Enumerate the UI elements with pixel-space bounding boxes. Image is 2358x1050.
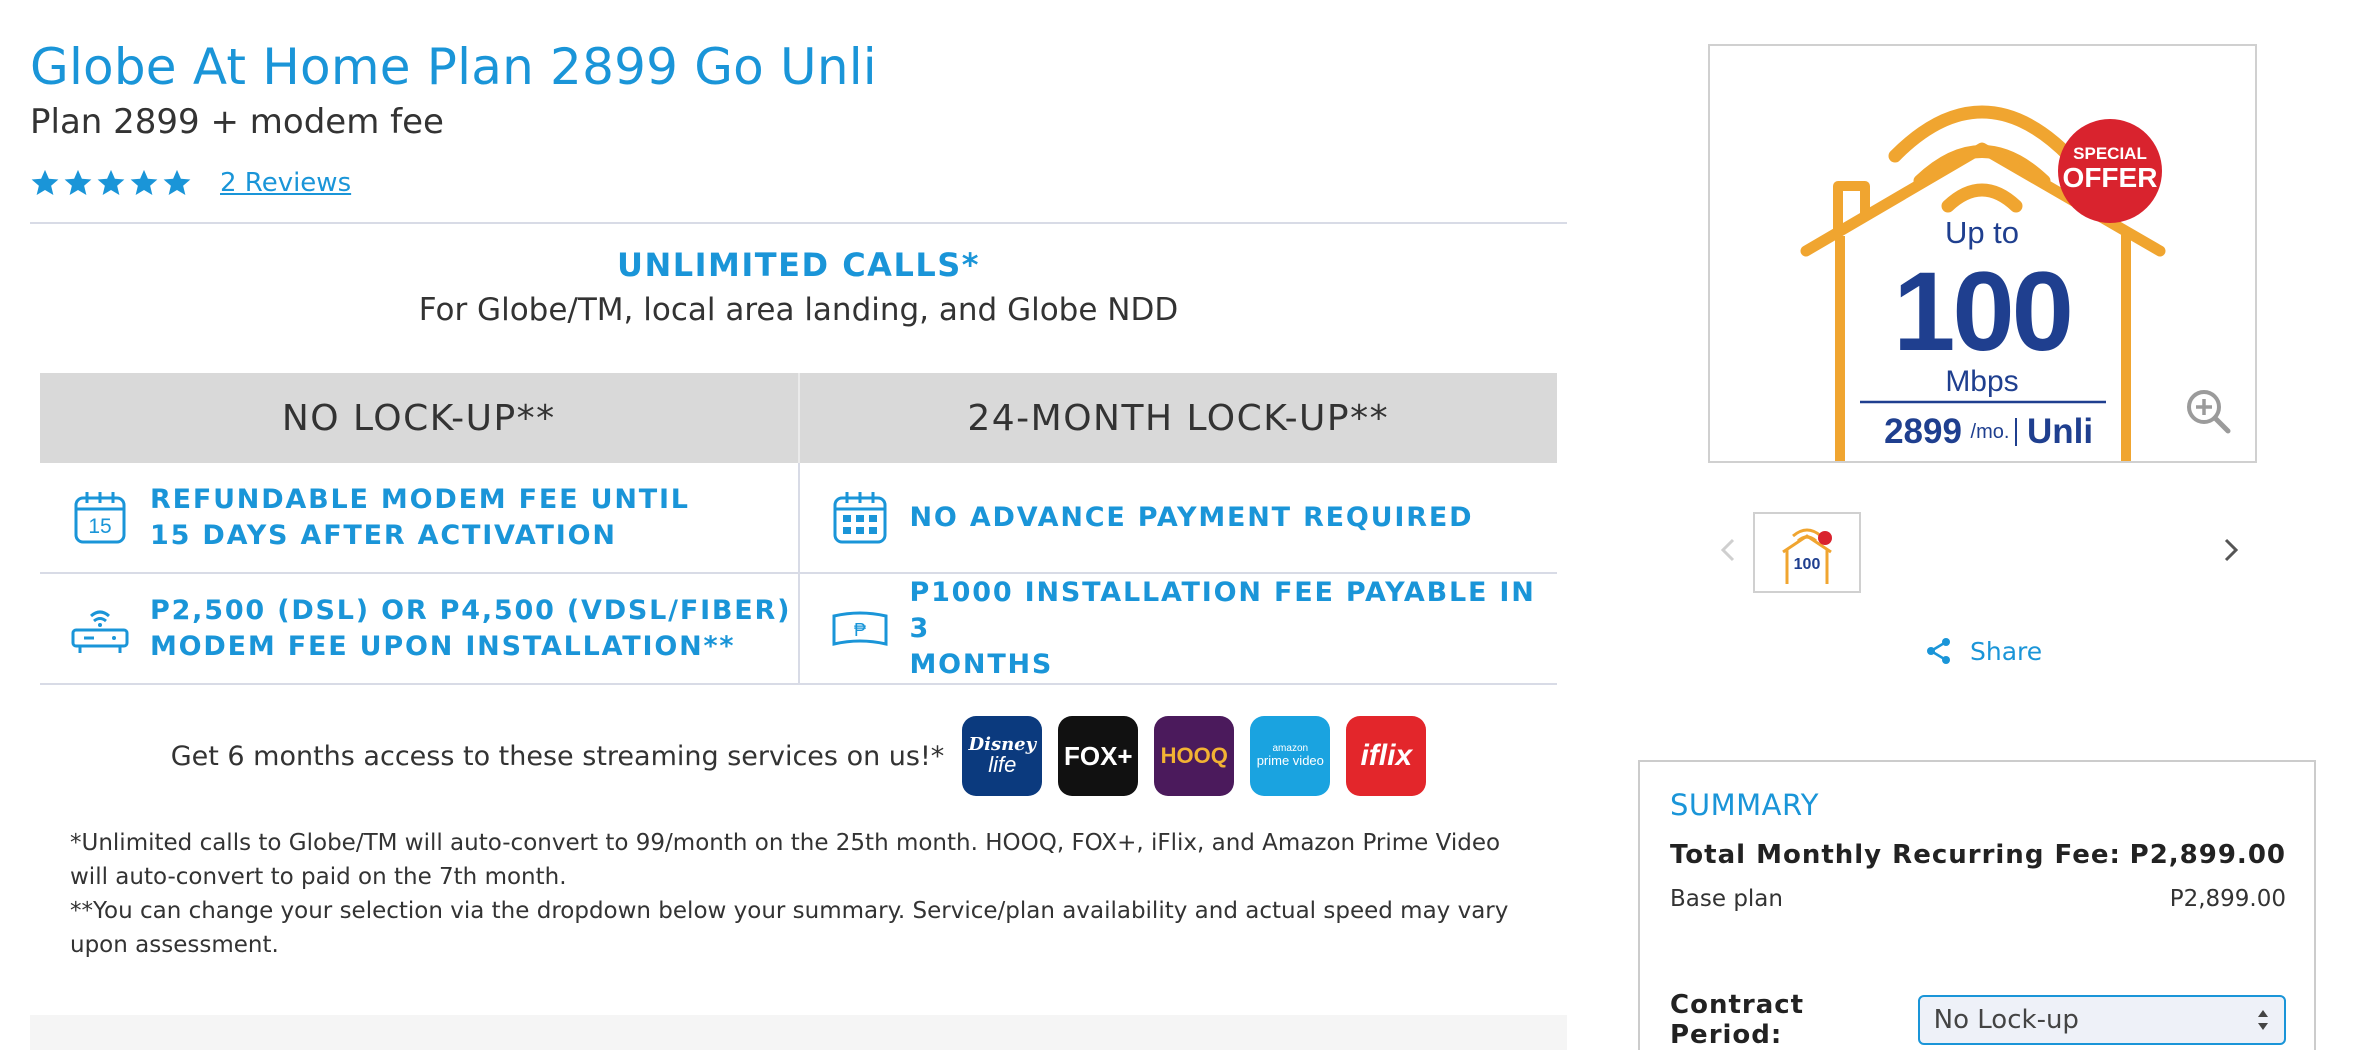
table-cell: NO ADVANCE PAYMENT REQUIRED: [797, 463, 1558, 572]
table-cell: ₱ P1000 INSTALLATION FEE PAYABLE IN 3 MO…: [797, 574, 1558, 683]
contract-period-label: Contract Period:: [1670, 990, 1805, 1050]
iflix-logo-text: iflix: [1360, 739, 1413, 772]
select-updown-icon: [2258, 1010, 2268, 1030]
hero-price-text: 2899: [1884, 412, 1962, 451]
total-fee-value: P2,899.00: [2129, 840, 2286, 870]
share-label: Share: [1970, 636, 2043, 666]
base-plan-row: Base plan P2,899.00: [1670, 886, 2286, 912]
fox-plus-logo: FOX+: [1058, 716, 1139, 796]
star-icon: [31, 169, 59, 195]
section-bottom-bar: [30, 1015, 1567, 1050]
plan-promo-graphic: Up to 100 Mbps 2899 /mo. Unli SPECIAL OF…: [1800, 105, 2166, 461]
thumb-speed-text: 100: [1794, 556, 1821, 573]
rating-row: 2 Reviews: [30, 163, 351, 203]
table-row: 15 REFUNDABLE MODEM FEE UNTIL 15 DAYS AF…: [40, 463, 1557, 574]
disney-life-logo: Disney life: [962, 716, 1043, 796]
hero-plan-text: Unli: [2027, 412, 2093, 451]
badge-line2: OFFER: [2063, 162, 2158, 193]
fine-print: *Unlimited calls to Globe/TM will auto-c…: [70, 826, 1530, 962]
contract-period-row: Contract Period: No Lock-up: [1670, 990, 2286, 1050]
contract-period-selected: No Lock-up: [1933, 1005, 2079, 1035]
unlimited-calls-subtitle: For Globe/TM, local area landing, and Gl…: [418, 292, 1179, 328]
modem-router-icon: [70, 599, 130, 659]
iflix-logo: iflix: [1346, 716, 1427, 796]
star-icon: [97, 169, 125, 195]
hero-up-to-text: Up to: [1945, 215, 2019, 250]
star-icon: [130, 169, 158, 195]
product-image[interactable]: Up to 100 Mbps 2899 /mo. Unli SPECIAL OF…: [1708, 44, 2257, 463]
unlimited-calls-heading: UNLIMITED CALLS*: [616, 246, 980, 284]
fine-print-line: **You can change your selection via the …: [70, 898, 1509, 958]
carousel-next-button[interactable]: [2211, 530, 2251, 570]
divider: [30, 222, 1567, 224]
calendar-grid-icon: [830, 488, 890, 548]
fox-plus-logo-text: FOX+: [1063, 740, 1133, 771]
base-plan-value: P2,899.00: [2169, 886, 2286, 912]
streaming-offer: Get 6 months access to these streaming s…: [30, 716, 1567, 796]
total-fee-row: Total Monthly Recurring Fee: P2,899.00: [1670, 840, 2286, 870]
streaming-apps: Disney life FOX+ HOOQ amazon prime video…: [962, 716, 1427, 796]
star-icon: [163, 169, 191, 195]
hooq-logo: HOOQ: [1154, 716, 1235, 796]
share-icon: [1927, 638, 1950, 664]
header-24-month-lockup: 24-MONTH LOCK-UP**: [797, 373, 1558, 463]
contract-period-select[interactable]: No Lock-up: [1917, 995, 2286, 1045]
star-rating: [30, 168, 192, 198]
cell-text: NO ADVANCE PAYMENT REQUIRED: [909, 501, 1474, 533]
hero-unit-text: Mbps: [1945, 365, 2018, 398]
fine-print-line: *Unlimited calls to Globe/TM will auto-c…: [70, 830, 1501, 890]
table-cell: P2,500 (DSL) OR P4,500 (VDSL/FIBER) MODE…: [40, 574, 798, 683]
table-row: P2,500 (DSL) OR P4,500 (VDSL/FIBER) MODE…: [40, 574, 1557, 685]
star-icon: [64, 169, 92, 195]
hooq-logo-text: HOOQ: [1160, 743, 1228, 768]
share-button[interactable]: Share: [1926, 634, 2042, 668]
table-header: NO LOCK-UP** 24-MONTH LOCK-UP**: [40, 373, 1557, 463]
badge-line1: SPECIAL: [2073, 144, 2147, 163]
summary-panel: SUMMARY Total Monthly Recurring Fee: P2,…: [1638, 760, 2316, 1050]
total-fee-label: Total Monthly Recurring Fee:: [1670, 840, 2121, 870]
cell-text: P2,500 (DSL) OR P4,500 (VDSL/FIBER) MODE…: [150, 594, 792, 662]
svg-text:15: 15: [88, 515, 111, 538]
carousel-prev-button[interactable]: [1708, 530, 1748, 570]
table-cell: 15 REFUNDABLE MODEM FEE UNTIL 15 DAYS AF…: [40, 463, 798, 572]
peso-bill-icon: ₱: [830, 599, 890, 659]
disney-life-logo-subtext: life: [988, 752, 1017, 777]
chevron-right-icon: [2224, 538, 2239, 562]
zoom-in-icon[interactable]: [2183, 386, 2233, 436]
prime-video-logo-text: prime video: [1256, 753, 1324, 769]
thumbnail-image[interactable]: 100: [1753, 512, 1861, 593]
chevron-left-icon: [1720, 538, 1735, 562]
summary-title: SUMMARY: [1670, 788, 1820, 822]
cell-text: P1000 INSTALLATION FEE PAYABLE IN 3 MONT…: [909, 576, 1536, 680]
hero-per-text: /mo.: [1971, 421, 2010, 443]
amazon-prime-video-logo: amazon prime video: [1250, 716, 1331, 796]
cell-text: REFUNDABLE MODEM FEE UNTIL 15 DAYS AFTER…: [150, 483, 690, 551]
thumbnail-carousel: 100: [1708, 512, 2257, 593]
header-no-lockup: NO LOCK-UP**: [281, 397, 556, 439]
product-subtitle: Plan 2899 + modem fee: [30, 102, 444, 142]
reviews-link[interactable]: 2 Reviews: [220, 168, 351, 198]
lockup-comparison-table: NO LOCK-UP** 24-MONTH LOCK-UP** 15 REFUN…: [40, 373, 1557, 685]
product-title: Globe At Home Plan 2899 Go Unli: [30, 38, 877, 96]
base-plan-label: Base plan: [1670, 886, 1783, 912]
calendar-15-icon: 15: [70, 488, 130, 548]
svg-text:₱: ₱: [853, 620, 865, 640]
hero-speed-text: 100: [1893, 249, 2071, 374]
streaming-offer-text: Get 6 months access to these streaming s…: [170, 740, 945, 772]
